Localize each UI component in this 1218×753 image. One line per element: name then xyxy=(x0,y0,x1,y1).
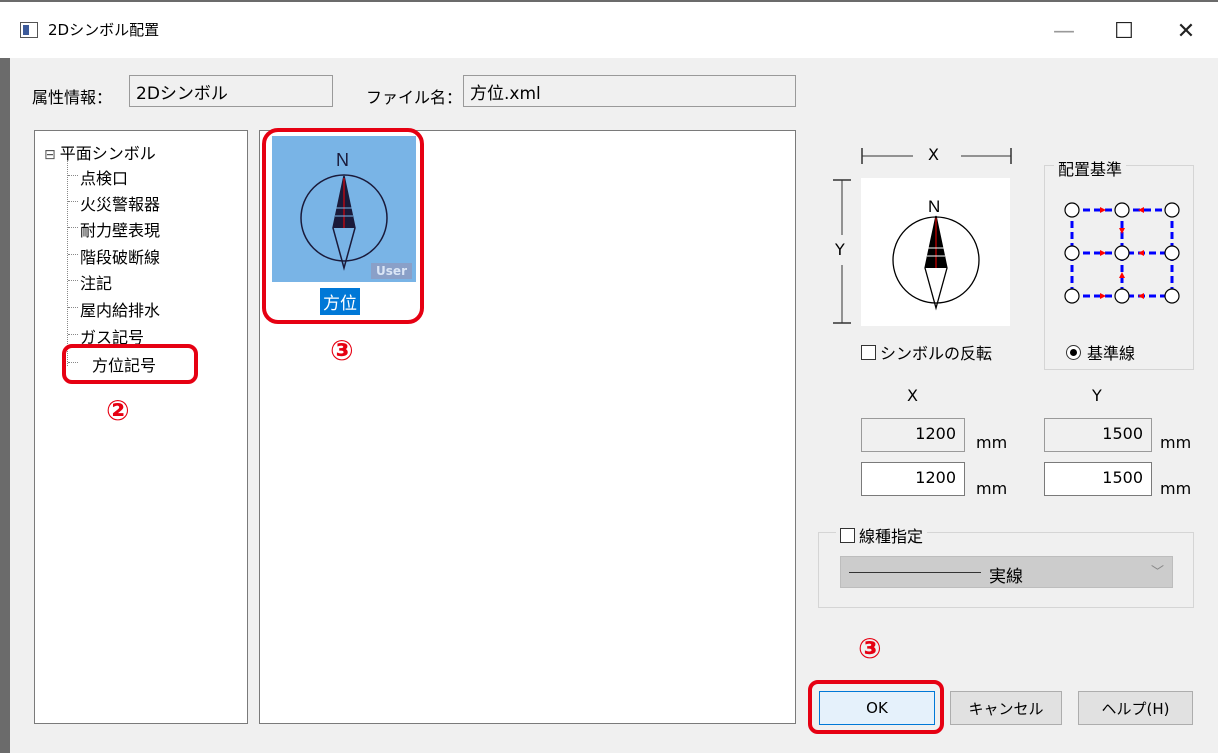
preview-y-label: Y xyxy=(835,240,845,259)
tree-branch xyxy=(68,280,78,281)
filename-field: 方位.xml xyxy=(463,75,796,107)
title-bar: 2Dシンボル配置 — ☐ ✕ xyxy=(0,0,1218,58)
linetype-dropdown[interactable]: 実線 ﹀ xyxy=(840,556,1173,588)
window-left-edge xyxy=(0,58,10,753)
linetype-checkbox-box[interactable] xyxy=(840,528,855,543)
tree-item-bearing-wall[interactable]: 耐力壁表現 xyxy=(80,217,160,241)
step-badge-2: ② xyxy=(106,394,130,427)
unit-label: mm xyxy=(1160,433,1192,452)
tree-branch xyxy=(68,201,78,202)
height-input[interactable]: 1500 xyxy=(1044,462,1152,496)
cancel-button[interactable]: キャンセル xyxy=(950,691,1062,725)
unit-label: mm xyxy=(976,433,1008,452)
linetype-sample xyxy=(849,572,981,573)
tree-root-label: 平面シンボル xyxy=(59,144,156,163)
placement-group-title: 配置基準 xyxy=(1054,156,1127,180)
step-badge-3-symbol: ③ xyxy=(330,334,354,367)
highlight-symbol xyxy=(262,128,424,324)
tree-item-plumbing[interactable]: 屋内給排水 xyxy=(80,297,160,321)
placement-reference-grid-icon[interactable] xyxy=(1062,198,1188,306)
maximize-button[interactable]: ☐ xyxy=(1104,14,1144,48)
step-badge-3-ok: ③ xyxy=(858,632,882,665)
attribute-label: 属性情報： xyxy=(32,88,113,107)
tree-root[interactable]: ⊟ 平面シンボル xyxy=(44,140,156,164)
linetype-selected: 実線 xyxy=(989,567,1023,587)
tree-item-fire-alarm[interactable]: 火災警報器 xyxy=(80,191,160,215)
window-title: 2Dシンボル配置 xyxy=(48,21,160,39)
filename-label: ファイル名： xyxy=(366,88,463,107)
tree-collapse-icon[interactable]: ⊟ xyxy=(44,147,56,163)
flip-checkbox-label: シンボルの反転 xyxy=(880,344,993,363)
attribute-field: 2Dシンボル xyxy=(129,75,333,107)
symbol-preview: N xyxy=(861,178,1010,326)
tree-branch xyxy=(68,307,78,308)
unit-label: mm xyxy=(976,479,1008,498)
tree-item-note[interactable]: 注記 xyxy=(80,270,112,294)
help-button[interactable]: ヘルプ(H) xyxy=(1078,691,1193,725)
highlight-tree-selection xyxy=(62,344,198,384)
flip-checkbox[interactable]: シンボルの反転 xyxy=(861,340,992,364)
tree-branch xyxy=(68,227,78,228)
tree-item-inspection[interactable]: 点検口 xyxy=(80,165,128,189)
chevron-down-icon[interactable]: ﹀ xyxy=(1151,561,1164,580)
tree-branch xyxy=(68,334,78,335)
close-button[interactable]: ✕ xyxy=(1166,14,1206,48)
baseline-radio-dot[interactable] xyxy=(1066,345,1081,360)
baseline-radio-label: 基準線 xyxy=(1087,344,1136,363)
original-height-field: 1500 xyxy=(1044,418,1152,452)
original-width-field: 1200 xyxy=(861,418,965,452)
unit-label: mm xyxy=(1160,479,1192,498)
preview-compass-icon: N xyxy=(892,197,980,311)
app-icon xyxy=(20,22,38,38)
highlight-ok-button xyxy=(808,680,944,734)
preview-x-label: X xyxy=(928,145,939,164)
preview-north-mark: N xyxy=(928,197,940,216)
linetype-checkbox-label: 線種指定 xyxy=(859,527,924,546)
tree-branch xyxy=(68,254,78,255)
size-y-header: Y xyxy=(1092,386,1102,405)
tree-item-stair-break[interactable]: 階段破断線 xyxy=(80,244,160,268)
tree-branch xyxy=(68,175,78,176)
linetype-checkbox[interactable]: 線種指定 xyxy=(836,523,928,547)
width-input[interactable]: 1200 xyxy=(861,462,965,496)
minimize-button[interactable]: — xyxy=(1044,14,1084,48)
baseline-radio[interactable]: 基準線 xyxy=(1066,340,1135,364)
size-x-header: X xyxy=(907,386,918,405)
tree-connector xyxy=(67,160,68,366)
flip-checkbox-box[interactable] xyxy=(861,345,876,360)
